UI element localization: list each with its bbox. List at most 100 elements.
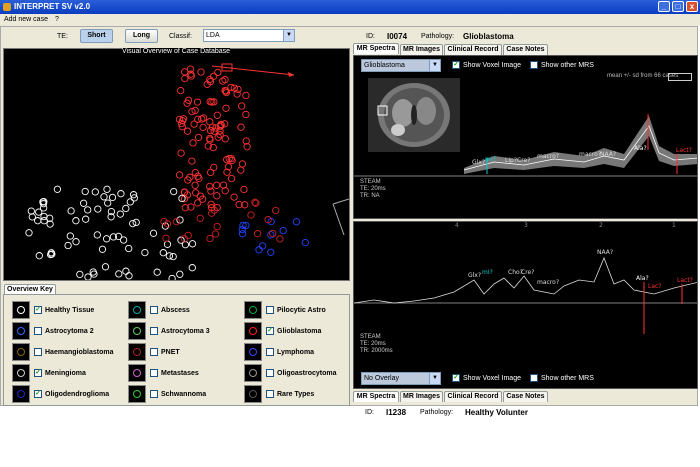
case-point-other[interactable] [276, 235, 284, 243]
case-point-glioblastoma[interactable] [238, 160, 247, 168]
case-point-oligodendroglioma[interactable] [258, 242, 267, 250]
case-point-oligodendroglioma[interactable] [292, 218, 301, 226]
long-button[interactable]: Long [125, 29, 158, 43]
case-point-healthy[interactable] [125, 272, 133, 280]
case-point-healthy[interactable] [115, 270, 123, 278]
key-item-checkbox[interactable]: Oligoastrocytoma [266, 369, 337, 377]
case-point-glioblastoma[interactable] [230, 193, 238, 201]
maximize-button[interactable]: □ [672, 1, 684, 12]
short-button[interactable]: Short [80, 29, 113, 43]
case-point-healthy[interactable] [108, 193, 117, 202]
chevron-down-icon[interactable]: ▼ [283, 30, 294, 41]
menu-help[interactable]: ? [55, 16, 59, 23]
case-point-healthy[interactable] [79, 199, 88, 207]
case-point-glioblastoma[interactable] [212, 181, 221, 189]
case-point-glioblastoma[interactable] [213, 111, 221, 119]
case-point-healthy[interactable] [122, 267, 130, 275]
case-point-glioblastoma[interactable] [191, 181, 199, 189]
case-point-healthy[interactable] [117, 190, 125, 198]
bottom-overlay-select[interactable]: No Overlay ▼ [361, 372, 441, 385]
key-item-checkbox[interactable]: ✓ Oligodendroglioma [34, 390, 109, 398]
case-point-healthy[interactable] [82, 215, 90, 223]
case-point-healthy[interactable] [176, 270, 184, 278]
case-point-healthy[interactable] [53, 185, 62, 193]
key-item-checkbox[interactable]: ✓ Healthy Tissue [34, 306, 94, 314]
case-point-healthy[interactable] [104, 199, 112, 207]
case-point-healthy[interactable] [94, 205, 102, 213]
case-point-healthy[interactable] [188, 264, 196, 272]
case-point-healthy[interactable] [66, 232, 74, 240]
key-item-checkbox[interactable]: Lymphoma [266, 348, 314, 356]
case-point-healthy[interactable] [89, 268, 97, 276]
case-point-glioblastoma[interactable] [209, 72, 218, 80]
tab-mr-spectra-bottom[interactable]: MR Spectra [353, 391, 399, 402]
case-point-other[interactable] [211, 230, 220, 238]
case-point-glioblastoma[interactable] [219, 181, 228, 189]
case-point-healthy[interactable] [122, 204, 130, 213]
case-point-other[interactable] [206, 234, 214, 243]
case-point-glioblastoma[interactable] [242, 110, 250, 119]
key-item-checkbox[interactable]: ✓ Meningioma [34, 369, 86, 377]
case-point-healthy[interactable] [35, 252, 43, 260]
case-point-healthy[interactable] [168, 274, 176, 280]
key-item-checkbox[interactable]: ✓ Glioblastoma [266, 327, 321, 335]
case-point-glioblastoma[interactable] [197, 68, 205, 76]
case-point-healthy[interactable] [67, 207, 75, 215]
scatter-plot[interactable] [4, 49, 349, 280]
case-point-glioblastoma[interactable] [193, 98, 202, 106]
tab-case-notes[interactable]: Case Notes [503, 44, 548, 55]
key-item-checkbox[interactable]: Haemangioblastoma [34, 348, 113, 356]
case-point-healthy[interactable] [35, 208, 43, 216]
case-point-glioblastoma[interactable] [199, 123, 207, 132]
case-point-healthy[interactable] [116, 210, 124, 218]
case-point-healthy[interactable] [149, 229, 158, 237]
case-point-healthy[interactable] [76, 270, 84, 279]
case-point-glioblastoma[interactable] [219, 77, 227, 85]
case-point-healthy[interactable] [72, 238, 80, 246]
tab-clinical-record[interactable]: Clinical Record [444, 44, 502, 55]
case-point-oligodendroglioma[interactable] [255, 246, 263, 254]
key-item-checkbox[interactable]: Schwannoma [150, 390, 206, 398]
case-point-healthy[interactable] [141, 248, 149, 257]
chevron-down-icon[interactable]: ▼ [429, 373, 440, 384]
tab-mr-spectra[interactable]: MR Spectra [353, 43, 399, 54]
case-point-other[interactable] [253, 230, 262, 238]
case-point-healthy[interactable] [188, 240, 197, 248]
case-point-glioblastoma[interactable] [213, 192, 221, 200]
case-point-glioblastoma[interactable] [181, 74, 189, 83]
case-point-glioblastoma[interactable] [222, 104, 230, 112]
case-point-glioblastoma[interactable] [237, 123, 245, 131]
case-point-other[interactable] [272, 206, 280, 215]
case-point-healthy[interactable] [181, 241, 190, 249]
case-point-other[interactable] [184, 231, 192, 240]
case-point-oligodendroglioma[interactable] [267, 248, 275, 256]
case-point-healthy[interactable] [100, 193, 108, 201]
case-point-other[interactable] [196, 214, 204, 222]
case-point-healthy[interactable] [159, 249, 167, 257]
minimize-button[interactable]: _ [658, 1, 670, 12]
case-point-glioblastoma[interactable] [194, 115, 202, 123]
case-point-healthy[interactable] [72, 217, 80, 225]
case-point-healthy[interactable] [84, 206, 92, 214]
tab-case-notes-bottom[interactable]: Case Notes [503, 391, 548, 402]
menu-add-new-case[interactable]: Add new case [4, 16, 48, 23]
case-point-healthy[interactable] [81, 187, 89, 196]
case-point-glioblastoma[interactable] [188, 157, 196, 165]
case-point-healthy[interactable] [102, 235, 111, 243]
case-point-healthy[interactable] [91, 188, 99, 196]
case-point-healthy[interactable] [27, 207, 35, 215]
case-point-healthy[interactable] [93, 231, 101, 239]
bottom-show-other-checkbox[interactable]: Show other MRS [530, 374, 594, 382]
case-point-oligodendroglioma[interactable] [238, 230, 247, 238]
case-point-glioblastoma[interactable] [238, 102, 246, 110]
case-point-glioblastoma[interactable] [214, 68, 222, 77]
tab-mr-images[interactable]: MR Images [400, 44, 443, 55]
case-point-glioblastoma[interactable] [206, 182, 214, 191]
case-point-healthy[interactable] [170, 187, 178, 196]
case-point-glioblastoma[interactable] [189, 139, 197, 147]
case-point-glioblastoma[interactable] [233, 90, 241, 98]
case-point-other[interactable] [269, 229, 277, 238]
case-point-glioblastoma[interactable] [206, 118, 214, 126]
case-point-glioblastoma[interactable] [221, 135, 229, 143]
case-point-healthy[interactable] [25, 229, 33, 237]
